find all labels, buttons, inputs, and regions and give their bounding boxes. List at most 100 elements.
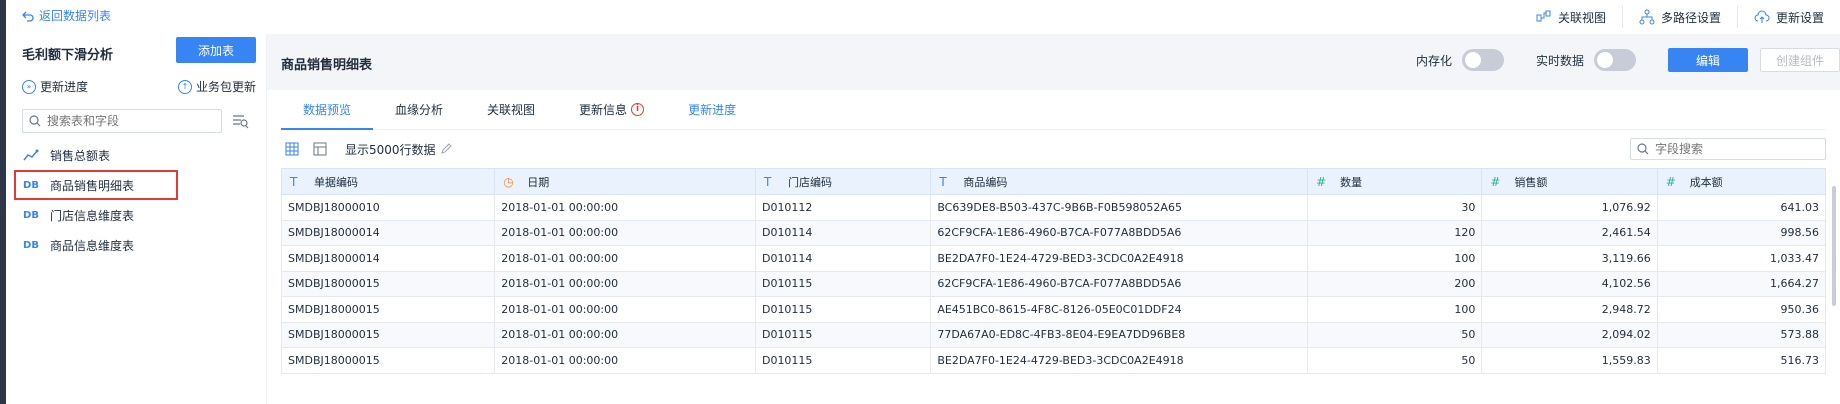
multi-path-icon xyxy=(1639,9,1655,25)
column-header[interactable]: T 单据编码 xyxy=(281,168,496,195)
table-cell: 998.56 xyxy=(1656,219,1826,246)
relation-view-icon xyxy=(1536,10,1551,22)
update-progress-label: 更新进度 xyxy=(40,80,89,94)
table-cell: D010115 xyxy=(754,296,932,323)
table-cell: 1,033.47 xyxy=(1656,245,1826,272)
table-cell: 1,559.83 xyxy=(1481,347,1658,374)
table-item-product-sales-detail[interactable]: DB 商品销售明细表 xyxy=(14,170,178,200)
multi-path-settings-button[interactable]: 多路径设置 xyxy=(1621,6,1737,28)
column-header[interactable]: # 销售额 xyxy=(1481,168,1658,195)
back-to-data-list-link[interactable]: 返回数据列表 xyxy=(22,7,111,24)
table-cell: 3,119.66 xyxy=(1481,245,1658,272)
table-item-label: 商品信息维度表 xyxy=(50,238,135,253)
table-row: SMDBJ18000010 2018-01-01 00:00:00 D01011… xyxy=(281,194,1826,221)
table-row: SMDBJ18000014 2018-01-01 00:00:00 D01011… xyxy=(281,245,1826,272)
column-label: 日期 xyxy=(527,175,550,189)
column-header[interactable]: T 门店编码 xyxy=(754,168,932,195)
table-cell: SMDBJ18000015 xyxy=(281,347,496,374)
tab-label: 更新信息 xyxy=(579,102,628,117)
table-cell: 1,076.92 xyxy=(1481,194,1658,221)
table-item-product-dimension[interactable]: DB 商品信息维度表 xyxy=(6,230,266,260)
table-cell: SMDBJ18000015 xyxy=(281,270,496,297)
table-cell: 100 xyxy=(1307,296,1483,323)
table-title: 商品销售明细表 xyxy=(281,58,373,73)
progress-icon: » xyxy=(22,79,36,94)
column-header[interactable]: # 成本额 xyxy=(1656,168,1826,195)
table-cell: 516.73 xyxy=(1656,347,1826,374)
update-progress-button[interactable]: » 更新进度 xyxy=(22,78,88,95)
table-row: SMDBJ18000014 2018-01-01 00:00:00 D01011… xyxy=(281,219,1826,246)
realtime-toggle[interactable] xyxy=(1594,49,1636,71)
table-cell: SMDBJ18000014 xyxy=(281,245,496,272)
table-cell: SMDBJ18000015 xyxy=(281,296,496,323)
table-item-sales-total[interactable]: 销售总额表 xyxy=(6,140,266,170)
table-cell: 100 xyxy=(1307,245,1483,272)
search-icon xyxy=(29,115,41,127)
main-header: 商品销售明细表 内存化 实时数据 编辑 创建组件 xyxy=(267,34,1840,90)
preview-toolbar: 显示5000行数据 xyxy=(281,138,1826,160)
rows-display: 显示5000行数据 xyxy=(345,141,452,158)
table-cell: 2018-01-01 00:00:00 xyxy=(494,321,756,348)
table-cell: SMDBJ18000014 xyxy=(281,219,496,246)
table-item-label: 销售总额表 xyxy=(50,148,111,163)
table-cell: 120 xyxy=(1307,219,1483,246)
table-row: SMDBJ18000015 2018-01-01 00:00:00 D01011… xyxy=(281,296,1826,323)
filter-list-icon[interactable] xyxy=(232,113,250,129)
table-cell: 62CF9CFA-1E86-4960-B7CA-F077A8BDD5A6 xyxy=(930,219,1309,246)
data-preview-table: T 单据编码 ◷ 日期 T 门店编码 T 商品编码 # 数量 # 销售额 # 成本额 SMDB… xyxy=(281,168,1826,374)
field-search-input[interactable] xyxy=(1655,142,1815,156)
relation-view-label: 关联视图 xyxy=(1557,10,1606,25)
column-header[interactable]: T 商品编码 xyxy=(930,168,1309,195)
content-panel: 数据预览 血缘分析 关联视图 更新信息 i 更新进度 显示5000行数据 字段搜… xyxy=(267,90,1840,404)
column-label: 销售额 xyxy=(1514,175,1548,189)
package-update-button[interactable]: ↑ 业务包更新 xyxy=(177,78,256,95)
text-type-icon: T xyxy=(763,174,772,189)
field-search-box xyxy=(1630,138,1826,160)
column-header[interactable]: ◷ 日期 xyxy=(494,168,756,195)
tab-relation-view[interactable]: 关联视图 xyxy=(465,89,557,129)
column-label: 门店编码 xyxy=(787,175,832,189)
tab-update-progress[interactable]: 更新进度 xyxy=(666,89,758,129)
table-item-store-dimension[interactable]: DB 门店信息维度表 xyxy=(6,200,266,230)
realtime-control: 实时数据 xyxy=(1536,49,1636,71)
table-row: SMDBJ18000015 2018-01-01 00:00:00 D01011… xyxy=(281,270,1826,297)
table-cell: 4,102.56 xyxy=(1481,270,1658,297)
text-type-icon: T xyxy=(290,174,298,189)
edit-pencil-icon[interactable] xyxy=(440,143,452,155)
table-cell: D010115 xyxy=(754,321,932,348)
vertical-scrollbar[interactable] xyxy=(1832,186,1836,306)
create-component-button[interactable]: 创建组件 xyxy=(1760,48,1840,72)
db-table-icon: DB xyxy=(23,209,39,221)
table-item-label: 门店信息维度表 xyxy=(50,208,135,223)
relation-view-button[interactable]: 关联视图 xyxy=(1520,6,1622,28)
table-cell: SMDBJ18000010 xyxy=(281,194,496,221)
table-view-icon[interactable] xyxy=(281,138,303,160)
column-label: 数量 xyxy=(1340,175,1363,189)
warning-info-icon: i xyxy=(631,102,645,116)
table-cell: 200 xyxy=(1307,270,1483,297)
table-cell: 2018-01-01 00:00:00 xyxy=(494,245,756,272)
tab-label: 血缘分析 xyxy=(395,102,444,117)
edit-button[interactable]: 编辑 xyxy=(1668,48,1748,72)
tab-lineage-analysis[interactable]: 血缘分析 xyxy=(373,89,465,129)
column-label: 商品编码 xyxy=(963,175,1008,189)
table-search-box xyxy=(22,109,222,133)
in-memory-label: 内存化 xyxy=(1415,53,1452,68)
in-memory-toggle[interactable] xyxy=(1461,49,1504,71)
column-header[interactable]: # 数量 xyxy=(1307,168,1483,195)
tab-update-info[interactable]: 更新信息 i xyxy=(557,89,666,129)
analysis-table-icon xyxy=(23,149,39,161)
table-cell: 950.36 xyxy=(1656,296,1826,323)
field-view-icon[interactable] xyxy=(309,138,331,160)
tab-data-preview[interactable]: 数据预览 xyxy=(281,89,374,130)
update-settings-button[interactable]: 更新设置 xyxy=(1736,6,1840,28)
in-memory-control: 内存化 xyxy=(1416,49,1504,71)
search-icon xyxy=(1637,143,1649,155)
table-cell: D010114 xyxy=(754,219,932,246)
add-table-button[interactable]: 添加表 xyxy=(176,37,256,63)
table-cell: 2018-01-01 00:00:00 xyxy=(494,347,756,374)
table-cell: 62CF9CFA-1E86-4960-B7CA-F077A8BDD5A6 xyxy=(930,270,1309,297)
table-search-input[interactable] xyxy=(47,114,207,128)
table-cell: 30 xyxy=(1307,194,1483,221)
upload-icon: ↑ xyxy=(177,79,192,94)
